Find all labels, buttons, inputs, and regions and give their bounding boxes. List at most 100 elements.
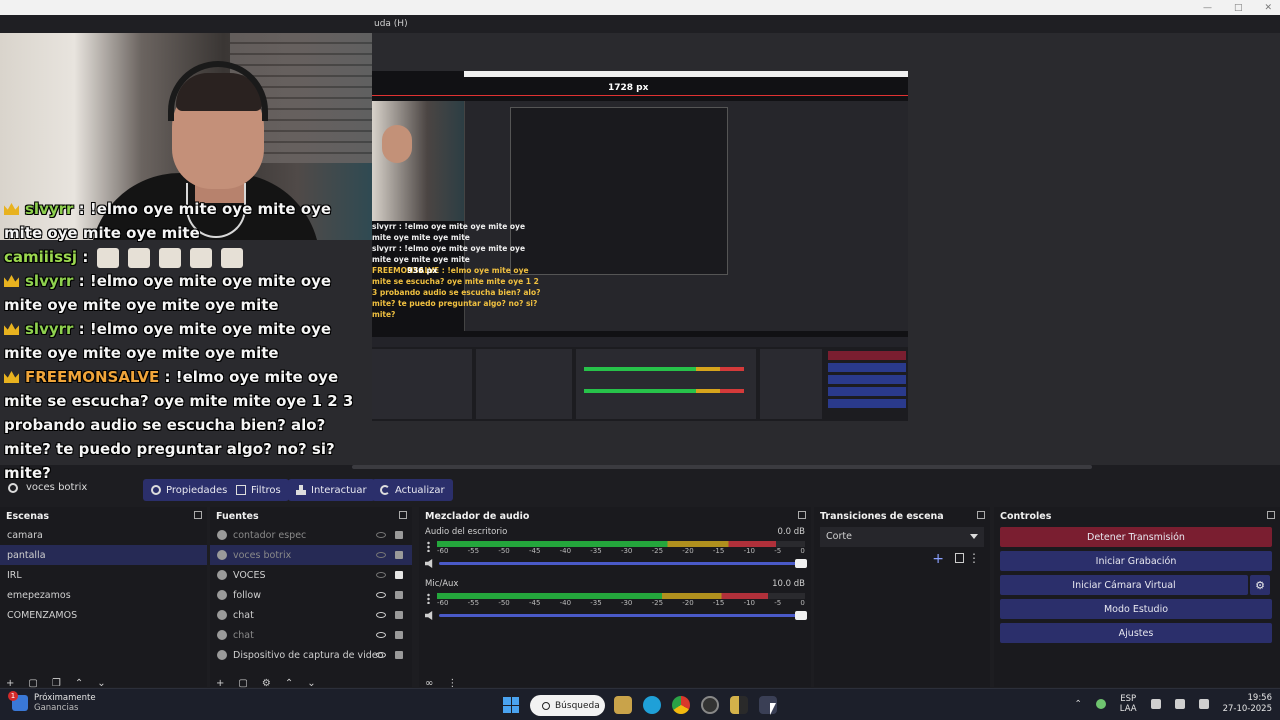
cat-emote-icon	[97, 247, 120, 268]
kebab-menu-icon[interactable]: ⋮	[447, 678, 457, 689]
hidden-eye-icon[interactable]	[376, 572, 386, 578]
dock-float-icon[interactable]	[798, 511, 806, 519]
slider-knob[interactable]	[795, 559, 807, 568]
close-icon[interactable]: ✕	[1264, 3, 1272, 13]
gear-icon[interactable]: ⚙	[262, 678, 271, 689]
speaker-icon[interactable]	[425, 559, 433, 568]
eye-icon[interactable]	[376, 632, 386, 638]
search-box[interactable]: Búsqueda	[530, 695, 605, 716]
maximize-icon[interactable]: □	[1234, 3, 1243, 13]
scene-item[interactable]: emepezamos	[0, 585, 207, 605]
scene-item[interactable]: camara	[0, 525, 207, 545]
volume-slider[interactable]	[439, 559, 807, 568]
move-down-icon[interactable]: ⌄	[97, 678, 105, 689]
kebab-menu-icon[interactable]	[427, 541, 430, 552]
move-down-icon[interactable]: ⌄	[307, 678, 315, 689]
volume-icon[interactable]	[1174, 699, 1185, 709]
dock-float-icon[interactable]	[977, 511, 985, 519]
source-item[interactable]: VOCES	[210, 565, 412, 585]
refresh-button[interactable]: Actualizar	[372, 479, 453, 501]
start-virtual-camera-button[interactable]: Iniciar Cámara Virtual ⚙	[1000, 575, 1270, 595]
trash-icon[interactable]	[955, 553, 964, 563]
dock-float-icon[interactable]	[194, 511, 202, 519]
preview-scrollbar[interactable]	[352, 465, 1092, 469]
app-icon[interactable]	[730, 696, 748, 714]
source-item[interactable]: chat	[210, 625, 412, 645]
gear-icon[interactable]: ⚙	[1250, 575, 1270, 595]
dock-float-icon[interactable]	[399, 511, 407, 519]
meter-tick-label: -20	[682, 599, 694, 607]
chevron-up-icon[interactable]: ⌃	[1075, 699, 1082, 709]
hidden-eye-icon[interactable]	[376, 552, 386, 558]
nested-obs-panels	[372, 337, 908, 421]
dock-float-icon[interactable]	[1267, 511, 1275, 519]
file-explorer-icon[interactable]	[614, 696, 632, 714]
meter-ticks: -60 -55 -50 -45 -40 -35 -30 -25 -20 -15 -10 -5 0	[437, 547, 805, 555]
speaker-icon[interactable]	[425, 611, 433, 620]
lock-icon[interactable]	[395, 611, 403, 619]
network-icon[interactable]	[1150, 699, 1161, 709]
kebab-menu-icon[interactable]	[427, 593, 430, 604]
start-recording-button[interactable]: Iniciar Grabación	[1000, 551, 1272, 571]
edge-icon[interactable]	[643, 696, 661, 714]
microphone-icon[interactable]	[1095, 699, 1106, 709]
eye-icon[interactable]	[376, 652, 386, 658]
add-icon[interactable]: +	[932, 551, 944, 567]
lock-icon[interactable]	[395, 631, 403, 639]
transition-select[interactable]: Corte	[820, 527, 984, 547]
link-icon[interactable]: ∞	[425, 678, 433, 689]
move-up-icon[interactable]: ⌃	[285, 678, 293, 689]
source-item[interactable]: follow	[210, 585, 412, 605]
add-icon[interactable]: +	[216, 678, 224, 689]
meter-ticks: -60 -55 -50 -45 -40 -35 -30 -25 -20 -15 -10 -5 0	[437, 599, 805, 607]
source-item[interactable]: chat	[210, 605, 412, 625]
eye-icon[interactable]	[376, 592, 386, 598]
filters-button[interactable]: Filtros	[228, 479, 289, 501]
program-preview[interactable]: 1728 px slvyrr : !elmo oye mite oye mite…	[0, 33, 1280, 482]
properties-button[interactable]: Propiedades	[143, 479, 236, 501]
stop-streaming-button[interactable]: Detener Transmisión	[1000, 527, 1272, 547]
trash-icon[interactable]: ▢	[28, 678, 37, 689]
start-button[interactable]	[503, 697, 519, 713]
source-item[interactable]: voces botrix	[210, 545, 412, 565]
lock-icon[interactable]	[395, 591, 403, 599]
meter-tick-label: 0	[800, 547, 805, 555]
chrome-icon[interactable]	[672, 696, 690, 714]
interact-button[interactable]: Interactuar	[288, 479, 375, 501]
minimize-icon[interactable]: —	[1203, 3, 1212, 13]
settings-button[interactable]: Ajustes	[1000, 623, 1272, 643]
hidden-eye-icon[interactable]	[376, 532, 386, 538]
volume-slider[interactable]	[439, 611, 807, 620]
lock-icon[interactable]	[395, 551, 403, 559]
scene-item[interactable]: IRL	[0, 565, 207, 585]
lock-icon[interactable]	[395, 651, 403, 659]
chat-message: slvyrr : !elmo oye mite oye mite oye mit…	[4, 200, 332, 242]
menu-help[interactable]: uda (H)	[374, 19, 408, 29]
scene-item[interactable]: COMENZAMOS	[0, 605, 207, 625]
source-item[interactable]: Dispositivo de captura de video	[210, 645, 412, 665]
scene-item[interactable]: pantalla	[0, 545, 207, 565]
slider-knob[interactable]	[795, 611, 807, 620]
add-icon[interactable]: +	[6, 678, 14, 689]
move-up-icon[interactable]: ⌃	[75, 678, 83, 689]
clock[interactable]: 19:56 27-10-2025	[1223, 693, 1272, 715]
kebab-menu-icon[interactable]: ⋮	[968, 551, 980, 565]
refresh-icon	[380, 485, 390, 495]
copy-icon[interactable]: ❐	[52, 678, 61, 689]
studio-mode-button[interactable]: Modo Estudio	[1000, 599, 1272, 619]
lock-icon[interactable]	[395, 571, 403, 579]
lock-icon[interactable]	[395, 531, 403, 539]
widgets-button[interactable]: 1 Próximamente Ganancias	[8, 691, 96, 713]
eye-icon[interactable]	[376, 612, 386, 618]
meter-tick-label: -60	[437, 547, 449, 555]
window-titlebar: — □ ✕	[0, 0, 1280, 15]
meter-tick-label: -50	[498, 547, 510, 555]
obs-icon[interactable]	[701, 696, 719, 714]
battery-icon[interactable]	[1198, 699, 1209, 709]
source-item[interactable]: contador espec	[210, 525, 412, 545]
meter-tick-label: -50	[498, 599, 510, 607]
language-indicator[interactable]: ESP LAA	[1120, 694, 1137, 714]
trash-icon[interactable]: ▢	[238, 678, 247, 689]
search-icon	[542, 701, 550, 710]
cat-emote-icon	[128, 247, 151, 268]
